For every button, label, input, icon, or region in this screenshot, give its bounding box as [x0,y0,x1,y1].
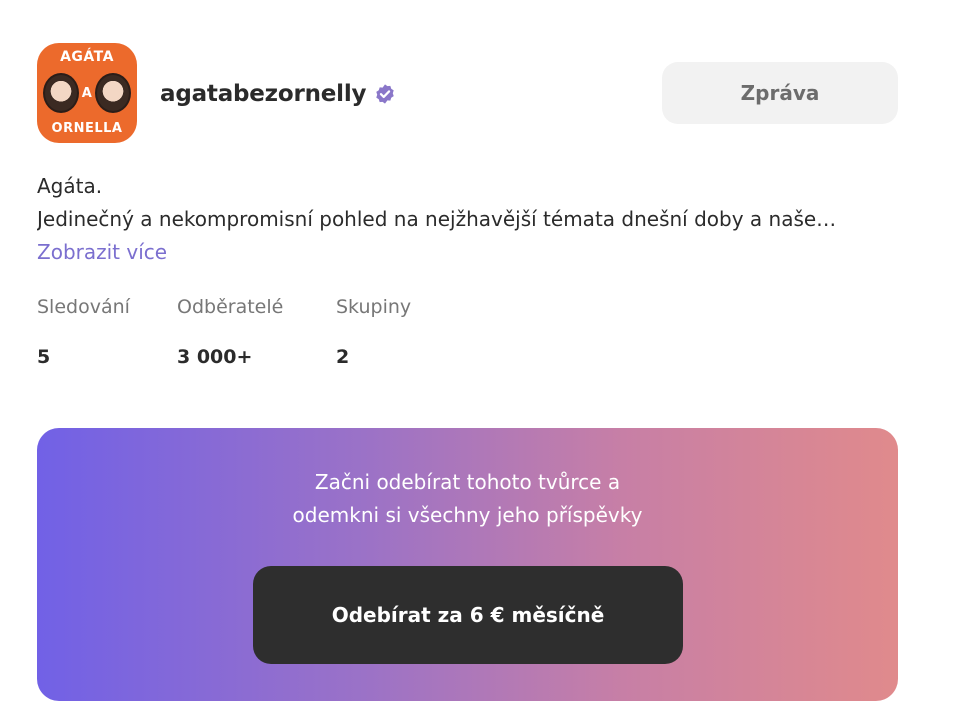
stat-groups[interactable]: Skupiny 2 [336,292,456,372]
creator-profile-page: AGÁTA A ORNELLA agatabezornelly Zpráva A… [0,0,978,720]
stat-value: 3 000+ [177,346,253,368]
verified-badge-icon [374,83,396,105]
avatar-face-right [95,73,131,113]
stat-value: 2 [336,346,350,368]
bio-line-2: Jedinečný a nekompromisní pohled na nejž… [37,207,837,231]
stat-value: 5 [37,346,51,368]
promo-line-2: odemkni si všechny jeho příspěvky [292,503,643,527]
stat-label: Odběratelé [177,296,284,318]
bio: Agáta. Jedinečný a nekompromisní pohled … [37,170,907,269]
show-more-link[interactable]: Zobrazit více [37,236,167,269]
subscribe-button[interactable]: Odebírat za 6 € měsíčně [253,566,683,664]
message-button[interactable]: Zpráva [662,62,898,124]
stat-following[interactable]: Sledování 5 [37,292,177,372]
avatar[interactable]: AGÁTA A ORNELLA [37,43,137,143]
username: agatabezornelly [160,81,367,107]
avatar-logo-line3: ORNELLA [51,121,123,136]
stat-label: Sledování [37,296,130,318]
username-row: agatabezornelly [160,74,396,114]
stat-label: Skupiny [336,296,412,318]
avatar-logo-line1: AGÁTA [60,49,114,65]
bio-line-1: Agáta. [37,174,103,198]
promo-line-1: Začni odebírat tohoto tvůrce a [314,470,621,494]
stat-subscribers[interactable]: Odběratelé 3 000+ [177,292,336,372]
stats: Sledování 5 Odběratelé 3 000+ Skupiny 2 [37,292,456,372]
subscribe-card: Začni odebírat tohoto tvůrce a odemkni s… [37,428,898,701]
subscribe-promo-text: Začni odebírat tohoto tvůrce a odemkni s… [37,466,898,532]
